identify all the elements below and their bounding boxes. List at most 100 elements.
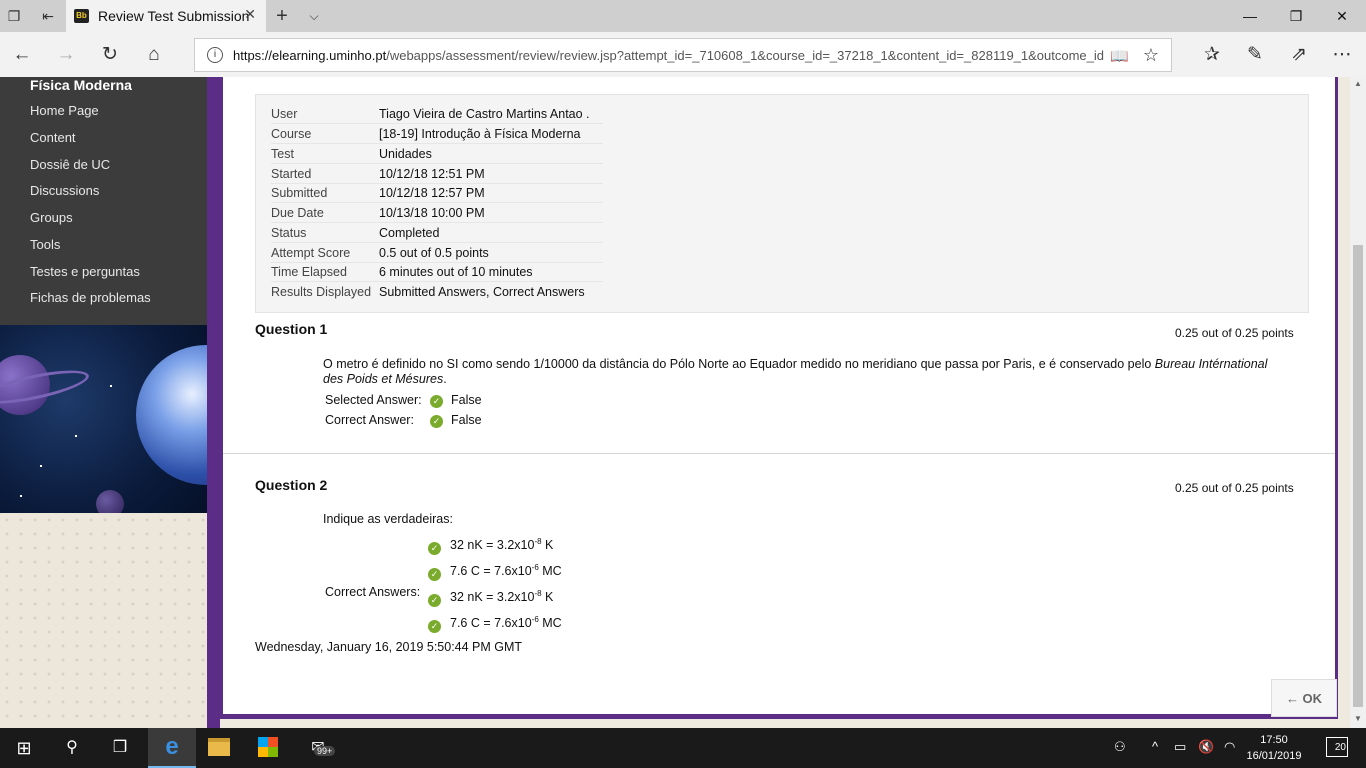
question-2-text: Indique as verdadeiras: bbox=[323, 512, 453, 526]
sidebar-item-home-page[interactable]: Home Page bbox=[30, 103, 99, 118]
star-dot bbox=[75, 435, 77, 437]
pen-icon[interactable]: ✎ bbox=[1243, 43, 1267, 67]
search-icon[interactable]: ⚲ bbox=[60, 736, 84, 760]
summary-label: Submitted bbox=[271, 186, 328, 200]
question-text-end: . bbox=[443, 372, 447, 386]
address-bar[interactable]: i https://elearning.uminho.pt/webapps/as… bbox=[194, 38, 1172, 72]
sidebar-item-discussions[interactable]: Discussions bbox=[30, 183, 99, 198]
windows-start-icon[interactable]: ⊞ bbox=[12, 736, 36, 760]
battery-icon[interactable]: ▭ bbox=[1174, 739, 1186, 755]
url-text[interactable]: https://elearning.uminho.pt/webapps/asse… bbox=[233, 48, 1104, 63]
info-icon[interactable]: i bbox=[207, 47, 223, 63]
answer-option: 7.6 C = 7.6x10-6 MC bbox=[450, 615, 562, 630]
summary-row-test: Test Unidades bbox=[271, 144, 603, 164]
tab-close-icon[interactable]: ✕ bbox=[244, 6, 256, 23]
answer-unit: K bbox=[541, 538, 554, 553]
sidebar-item-testes[interactable]: Testes e perguntas bbox=[30, 264, 140, 279]
people-icon[interactable]: ⚇ bbox=[1114, 739, 1126, 755]
scroll-down-icon[interactable]: ▼ bbox=[1354, 714, 1362, 723]
back-tabs-icon[interactable]: ⇤ bbox=[38, 6, 58, 26]
tab-list-icon[interactable]: ⌵ bbox=[304, 6, 324, 26]
page-background bbox=[1338, 77, 1350, 728]
summary-row-results-displayed: Results Displayed Submitted Answers, Corr… bbox=[271, 282, 603, 302]
summary-row-time-elapsed: Time Elapsed 6 minutes out of 10 minutes bbox=[271, 262, 603, 282]
refresh-icon[interactable]: ↻ bbox=[98, 43, 122, 67]
favorites-icon[interactable]: ✰ bbox=[1200, 43, 1224, 67]
answer-text: 7.6 C = 7.6x10 bbox=[450, 564, 532, 579]
summary-label: Status bbox=[271, 226, 307, 240]
correct-answers-label: Correct Answers: bbox=[325, 585, 421, 599]
page-scrollbar[interactable]: ▲ ▼ bbox=[1350, 77, 1366, 728]
selected-answer-label: Selected Answer: bbox=[325, 393, 422, 407]
course-title[interactable]: Física Moderna bbox=[30, 77, 132, 93]
favorite-star-icon[interactable]: ☆ bbox=[1143, 45, 1159, 66]
question-1-title: Question 1 bbox=[255, 321, 328, 337]
question-text: O metro é definido no SI como sendo 1/10… bbox=[323, 357, 1152, 371]
sidebar-item-groups[interactable]: Groups bbox=[30, 210, 73, 225]
summary-label: Due Date bbox=[271, 206, 324, 220]
folder-icon[interactable] bbox=[208, 738, 230, 756]
submission-timestamp: Wednesday, January 16, 2019 5:50:44 PM G… bbox=[255, 640, 523, 654]
tabs-aside-icon[interactable]: ❐ bbox=[4, 6, 24, 26]
volume-icon[interactable]: 🔇 bbox=[1198, 739, 1214, 755]
small-planet-image bbox=[96, 490, 124, 513]
summary-value: 0.5 out of 0.5 points bbox=[379, 246, 489, 260]
new-tab-icon[interactable]: + bbox=[272, 6, 292, 26]
summary-row-attempt-score: Attempt Score 0.5 out of 0.5 points bbox=[271, 243, 603, 263]
windows-taskbar: ⊞ ⚲ ❒ e ✉ 99+ ⚇ ^ ▭ 🔇 ◠ 17:50 16/01/2019… bbox=[0, 728, 1366, 768]
show-hidden-icons[interactable]: ^ bbox=[1152, 739, 1158, 754]
task-view-icon[interactable]: ❒ bbox=[108, 736, 132, 760]
summary-value: Tiago Vieira de Castro Martins Antao . bbox=[379, 107, 590, 121]
question-1-text: O metro é definido no SI como sendo 1/10… bbox=[323, 357, 1273, 387]
more-icon[interactable]: ⋯ bbox=[1330, 43, 1354, 67]
summary-row-status: Status Completed bbox=[271, 223, 603, 243]
summary-value: Submitted Answers, Correct Answers bbox=[379, 285, 585, 299]
url-path: /webapps/assessment/review/review.jsp?at… bbox=[386, 48, 1105, 63]
home-icon[interactable]: ⌂ bbox=[142, 43, 166, 67]
answer-option: 7.6 C = 7.6x10-6 MC bbox=[450, 563, 562, 578]
minimize-icon[interactable]: — bbox=[1240, 6, 1260, 26]
answer-unit: MC bbox=[538, 616, 562, 631]
back-icon[interactable]: ← bbox=[10, 43, 34, 67]
space-banner-image bbox=[0, 325, 220, 513]
share-icon[interactable]: ⇗ bbox=[1287, 43, 1311, 67]
system-clock[interactable]: 17:50 16/01/2019 bbox=[1245, 732, 1303, 764]
scroll-up-icon[interactable]: ▲ bbox=[1354, 79, 1362, 88]
answer-text: 32 nK = 3.2x10 bbox=[450, 590, 535, 605]
summary-value: 10/12/18 12:57 PM bbox=[379, 186, 485, 200]
summary-label: Started bbox=[271, 167, 312, 181]
attempt-summary: User Tiago Vieira de Castro Martins Antao… bbox=[255, 94, 1309, 313]
sidebar-item-tools[interactable]: Tools bbox=[30, 237, 60, 252]
ok-button[interactable]: ← OK bbox=[1271, 679, 1337, 717]
summary-row-course: Course [18-19] Introdução à Física Modern… bbox=[271, 124, 603, 144]
restore-icon[interactable]: ❐ bbox=[1286, 6, 1306, 26]
question-1-points: 0.25 out of 0.25 points bbox=[1175, 326, 1294, 340]
edge-icon[interactable]: e bbox=[160, 735, 184, 759]
close-icon[interactable]: ✕ bbox=[1332, 6, 1352, 26]
answer-text: 7.6 C = 7.6x10 bbox=[450, 616, 532, 631]
answer-exponent: -6 bbox=[531, 615, 539, 624]
wifi-icon[interactable]: ◠ bbox=[1224, 739, 1235, 755]
navigation-bar: ← → ↻ ⌂ i https://elearning.uminho.pt/we… bbox=[0, 32, 1366, 77]
summary-row-user: User Tiago Vieira de Castro Martins Antao… bbox=[271, 104, 603, 124]
answer-exponent: -8 bbox=[534, 537, 542, 546]
sidebar-item-content[interactable]: Content bbox=[30, 130, 76, 145]
sidebar-item-fichas[interactable]: Fichas de problemas bbox=[30, 290, 151, 305]
forward-icon[interactable]: → bbox=[54, 43, 78, 67]
notification-icon[interactable]: 20 bbox=[1326, 737, 1348, 757]
summary-value: 6 minutes out of 10 minutes bbox=[379, 265, 533, 279]
scrollbar-thumb[interactable] bbox=[1353, 245, 1363, 707]
sidebar-item-dossie[interactable]: Dossiê de UC bbox=[30, 157, 110, 172]
store-icon[interactable] bbox=[258, 737, 278, 757]
clock-time: 17:50 bbox=[1260, 734, 1288, 746]
correct-answer-value: False bbox=[451, 413, 482, 427]
answer-exponent: -8 bbox=[534, 589, 542, 598]
reading-view-icon[interactable]: 📖 bbox=[1110, 47, 1129, 65]
tab-bar: ❐ ⇤ Bb Review Test Submission ✕ + ⌵ — ❐ … bbox=[0, 0, 1366, 32]
page-viewport: Física Moderna Home Page Content Dossiê … bbox=[0, 77, 1350, 728]
answer-unit: K bbox=[541, 590, 554, 605]
summary-label: User bbox=[271, 107, 298, 121]
browser-tab[interactable]: Bb Review Test Submission ✕ bbox=[66, 0, 266, 32]
summary-value: [18-19] Introdução à Física Moderna bbox=[379, 127, 581, 141]
summary-label: Time Elapsed bbox=[271, 265, 347, 279]
